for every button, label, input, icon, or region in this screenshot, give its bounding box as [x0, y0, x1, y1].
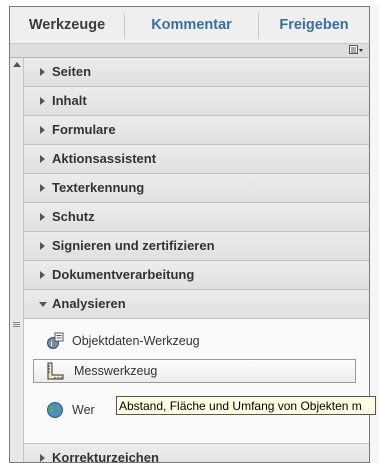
expand-arrow-icon — [40, 184, 45, 192]
tool-label: Messwerkzeug — [74, 364, 158, 378]
expand-arrow-icon — [40, 155, 45, 163]
section-label: Signieren und zertifizieren — [52, 238, 215, 253]
list-menu-icon[interactable] — [349, 45, 363, 55]
globe-icon — [47, 402, 63, 418]
scroll-up-arrow-icon[interactable] — [13, 62, 21, 67]
scroll-grip-icon[interactable] — [13, 322, 20, 328]
expand-arrow-icon — [40, 213, 45, 221]
section-texterkennung[interactable]: Texterkennung — [24, 174, 369, 203]
section-label: Analysieren — [52, 296, 126, 311]
expand-arrow-icon — [40, 454, 45, 462]
tab-werkzeuge[interactable]: Werkzeuge — [10, 7, 124, 43]
tool-label: Wer — [72, 403, 95, 417]
section-dokumentverarbeitung[interactable]: Dokumentverarbeitung — [24, 261, 369, 290]
object-data-icon: i — [47, 332, 64, 349]
panel-options-bar — [10, 44, 369, 58]
vertical-scrollbar[interactable] — [10, 58, 24, 462]
section-formulare[interactable]: Formulare — [24, 116, 369, 145]
section-schutz[interactable]: Schutz — [24, 203, 369, 232]
section-aktionsassistent[interactable]: Aktionsassistent — [24, 145, 369, 174]
expand-arrow-icon — [40, 97, 45, 105]
section-label: Seiten — [52, 64, 92, 79]
section-label: Formulare — [52, 122, 116, 137]
tools-pane: Werkzeuge Kommentar Freigeben Seiten Inh… — [9, 6, 370, 463]
tool-objektdaten[interactable]: i Objektdaten-Werkzeug — [24, 326, 369, 356]
section-analysieren[interactable]: Analysieren — [24, 290, 369, 319]
section-label: Dokumentverarbeitung — [52, 267, 195, 282]
ruler-icon — [47, 362, 64, 380]
section-korrekturzeichen[interactable]: Korrekturzeichen — [24, 444, 369, 463]
section-label: Inhalt — [52, 93, 87, 108]
expand-arrow-icon — [40, 271, 45, 279]
section-seiten[interactable]: Seiten — [24, 58, 369, 87]
section-label: Schutz — [52, 209, 95, 224]
tooltip: Abstand, Fläche und Umfang von Objekten … — [116, 396, 376, 415]
tool-messwerkzeug[interactable]: Messwerkzeug — [33, 359, 356, 383]
collapse-arrow-icon — [39, 302, 47, 307]
window-edge — [370, 6, 379, 463]
expand-arrow-icon — [40, 126, 45, 134]
tab-freigeben[interactable]: Freigeben — [259, 7, 369, 43]
expand-arrow-icon — [40, 242, 45, 250]
section-label: Korrekturzeichen — [52, 450, 159, 463]
expand-arrow-icon — [40, 68, 45, 76]
section-signieren[interactable]: Signieren und zertifizieren — [24, 232, 369, 261]
pane-tabs: Werkzeuge Kommentar Freigeben — [10, 7, 369, 44]
section-inhalt[interactable]: Inhalt — [24, 87, 369, 116]
section-label: Aktionsassistent — [52, 151, 157, 166]
tool-label: Objektdaten-Werkzeug — [72, 334, 200, 348]
svg-text:i: i — [51, 341, 53, 348]
tab-kommentar[interactable]: Kommentar — [125, 7, 258, 43]
analysieren-tools: i Objektdaten-Werkzeug Messwerkzeug Wer — [24, 319, 369, 444]
section-label: Texterkennung — [52, 180, 145, 195]
